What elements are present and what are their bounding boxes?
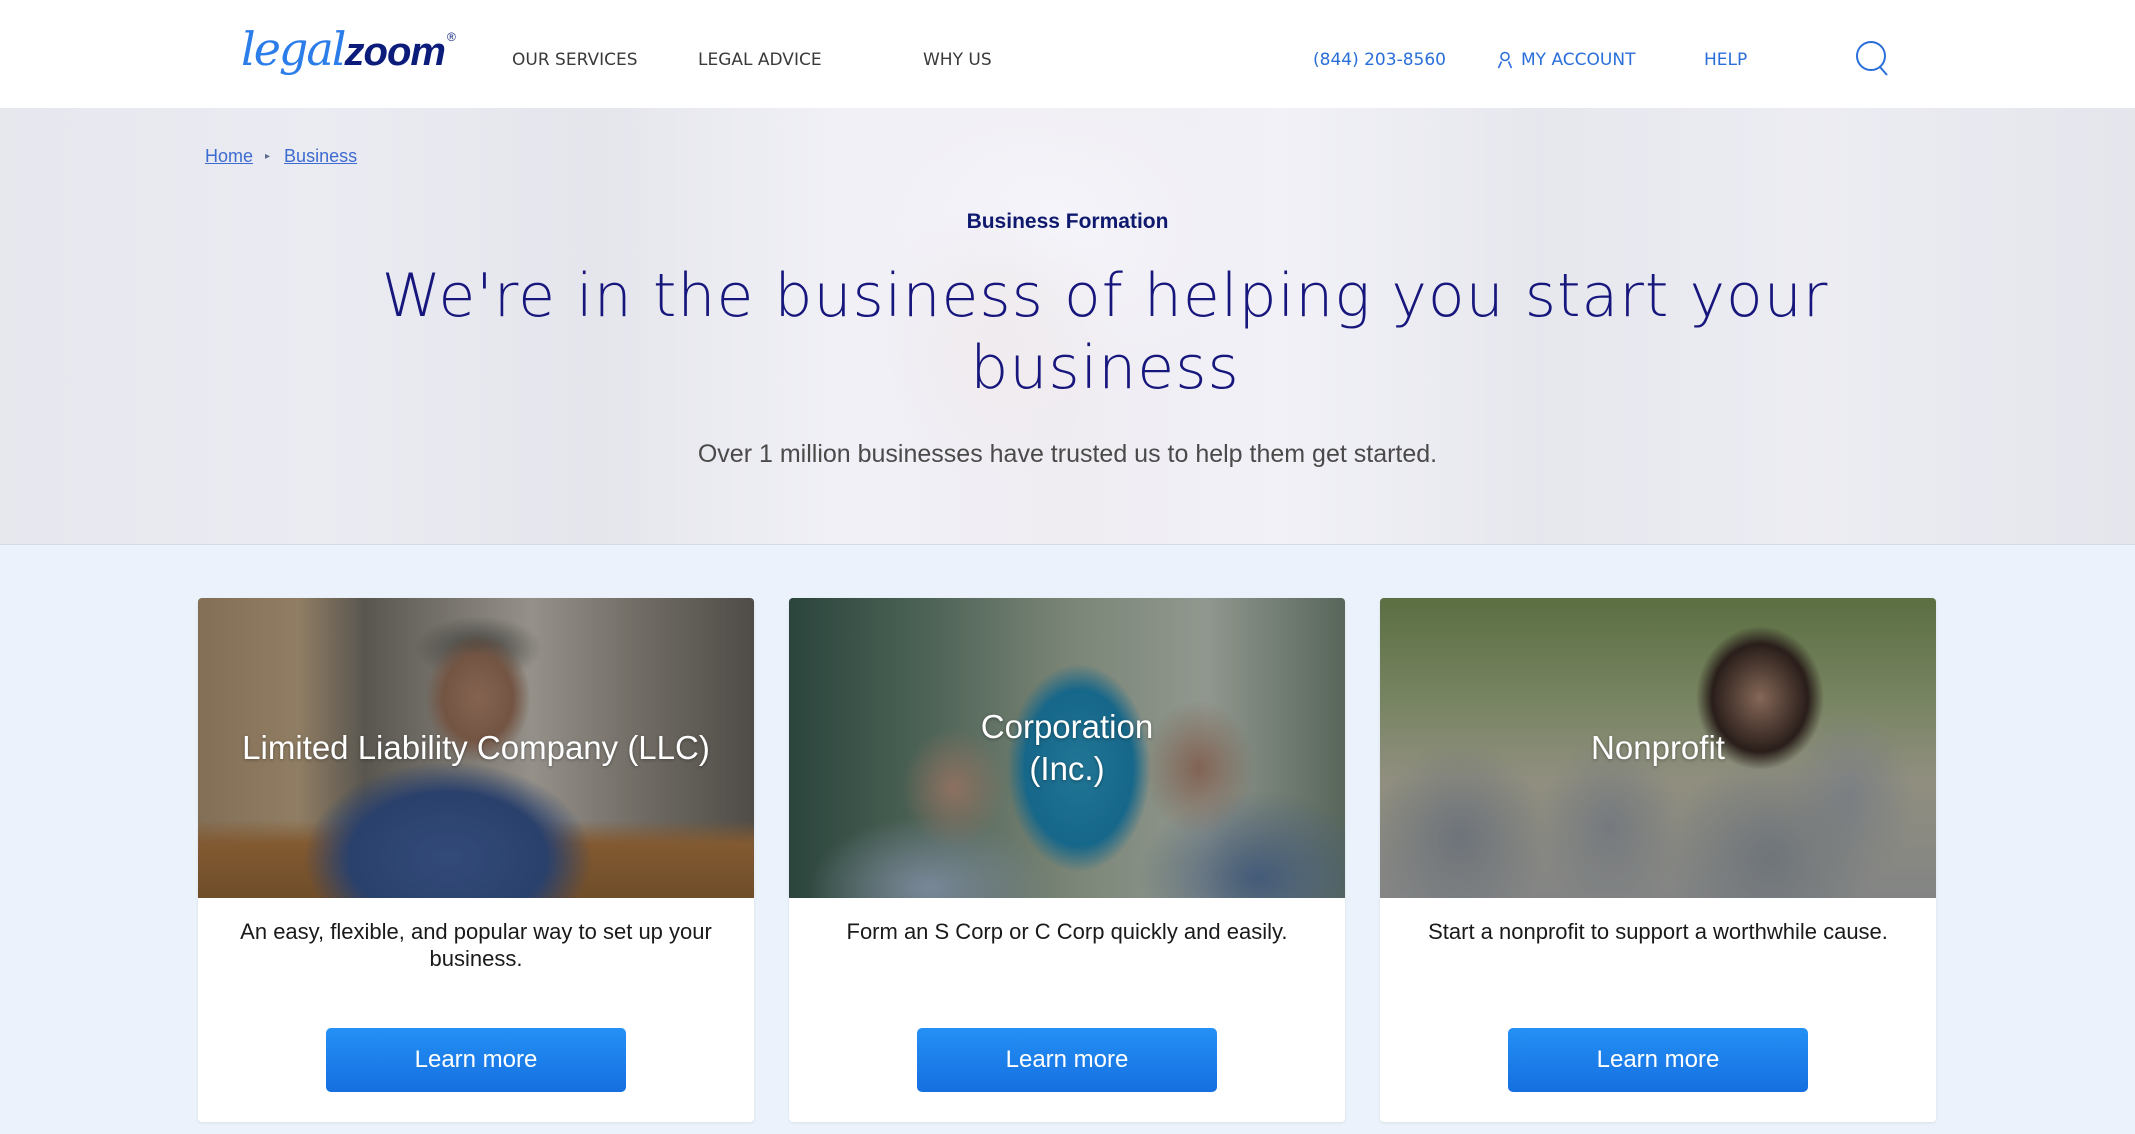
logo-legal-text: legal — [241, 22, 347, 76]
logo-zoom-text: zoom — [344, 30, 446, 74]
nav-legal-advice[interactable]: LEGAL ADVICE — [698, 50, 822, 70]
registered-mark: ® — [446, 30, 456, 44]
learn-more-button-corporation[interactable]: Learn more — [917, 1028, 1217, 1092]
hero-banner: Home ▸ Business Business Formation We're… — [0, 108, 2135, 545]
card-title[interactable]: Nonprofit — [1380, 727, 1936, 769]
card-title[interactable]: Limited Liability Company (LLC) — [198, 727, 754, 769]
nav-our-services[interactable]: OUR SERVICES — [512, 50, 638, 70]
breadcrumb: Home ▸ Business — [205, 146, 357, 167]
card-description: An easy, flexible, and popular way to se… — [240, 919, 712, 971]
card-image-nonprofit[interactable]: Nonprofit — [1380, 598, 1936, 898]
site-header: legal zoom ® OUR SERVICES LEGAL ADVICE W… — [0, 0, 2135, 108]
card-description: Start a nonprofit to support a worthwhil… — [1428, 919, 1888, 944]
nav-why-us[interactable]: WHY US — [923, 50, 992, 70]
card-image-corporation[interactable]: Corporation (Inc.) — [789, 598, 1345, 898]
legalzoom-logo[interactable]: legal zoom ® — [241, 22, 456, 82]
phone-link[interactable]: (844) 203-8560 — [1313, 50, 1446, 70]
my-account-label: MY ACCOUNT — [1521, 50, 1636, 70]
page-title: We're in the business of helping you sta… — [381, 261, 1829, 403]
breadcrumb-separator-icon: ▸ — [265, 151, 271, 162]
hero-eyebrow: Business Formation — [966, 210, 1169, 233]
breadcrumb-business[interactable]: Business — [284, 146, 357, 167]
card-title[interactable]: Corporation (Inc.) — [789, 706, 1345, 790]
card-nonprofit: Nonprofit Start a nonprofit to support a… — [1380, 598, 1936, 1122]
search-icon — [1853, 41, 1893, 82]
card-llc: Limited Liability Company (LLC) An easy,… — [198, 598, 754, 1122]
card-corporation: Corporation (Inc.) Form an S Corp or C C… — [789, 598, 1345, 1122]
card-image-llc[interactable]: Limited Liability Company (LLC) — [198, 598, 754, 898]
hero-subtitle: Over 1 million businesses have trusted u… — [697, 440, 1438, 468]
my-account-link[interactable]: MY ACCOUNT — [1497, 50, 1635, 70]
card-description: Form an S Corp or C Corp quickly and eas… — [846, 919, 1288, 944]
learn-more-button-llc[interactable]: Learn more — [326, 1028, 626, 1092]
learn-more-button-nonprofit[interactable]: Learn more — [1508, 1028, 1808, 1092]
search-button[interactable] — [1853, 40, 1893, 78]
breadcrumb-home[interactable]: Home — [205, 146, 253, 167]
help-link[interactable]: HELP — [1704, 50, 1747, 70]
user-icon — [1497, 51, 1513, 69]
